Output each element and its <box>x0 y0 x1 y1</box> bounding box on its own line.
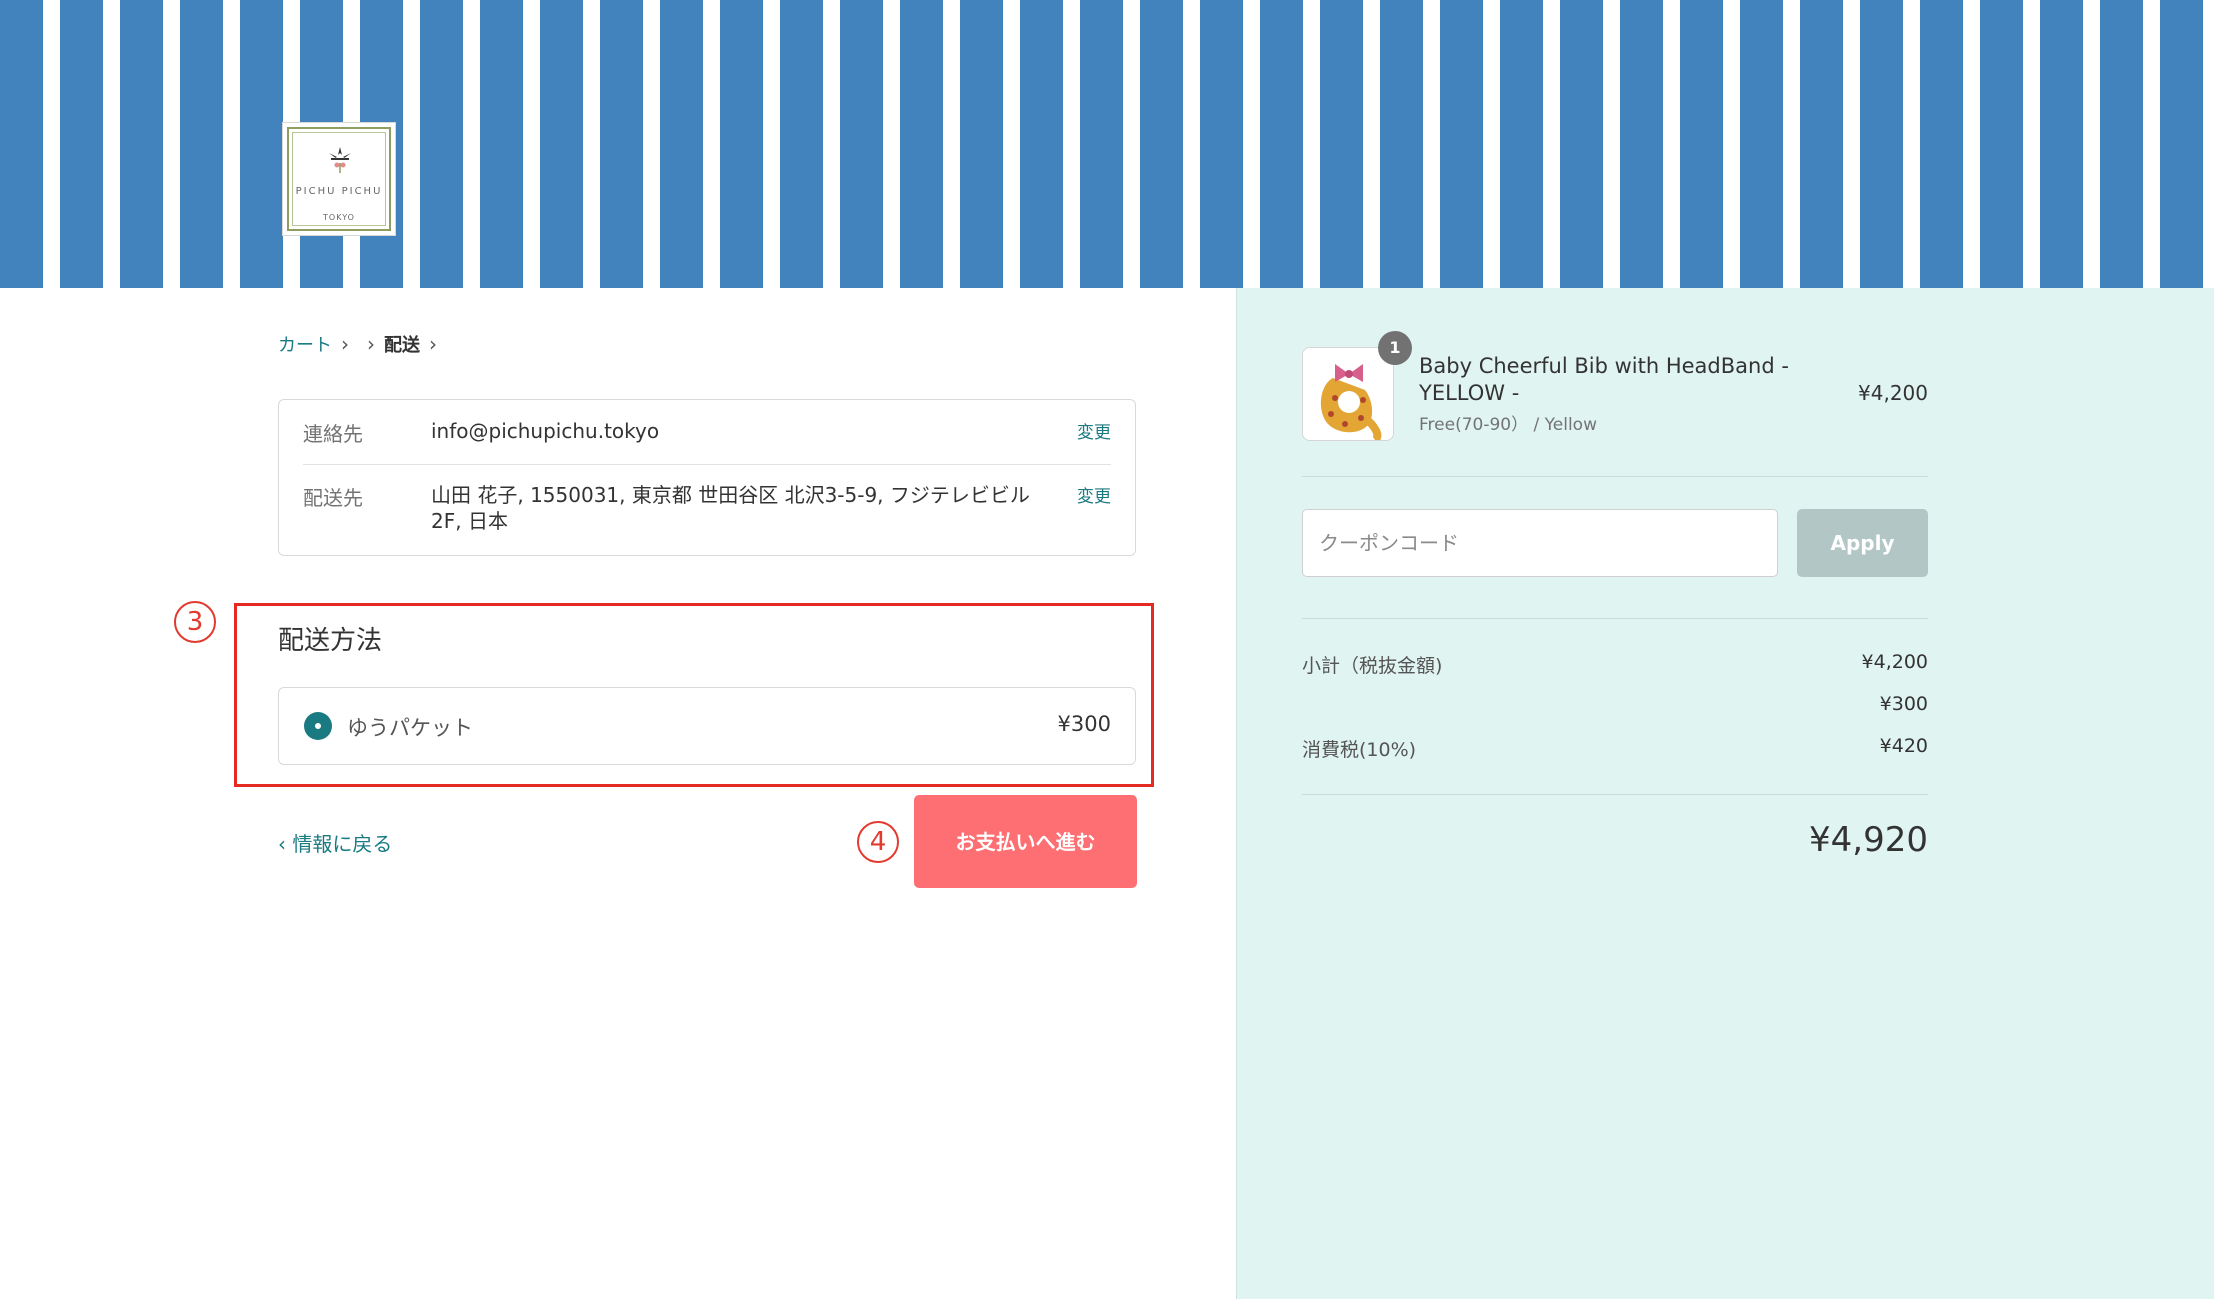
radio-dot-icon <box>315 723 321 729</box>
bib-product-image <box>1303 348 1393 440</box>
breadcrumb: カート › › 配送 › <box>278 331 446 357</box>
product-name: Baby Cheerful Bib with HeadBand - YELLOW… <box>1419 354 1789 405</box>
logo-city-text: TOKYO <box>323 213 355 222</box>
shipping-cost-value: ¥300 <box>1879 693 1928 715</box>
breadcrumb-cart[interactable]: カート <box>278 331 332 357</box>
store-logo[interactable]: PICHU PICHU TOKYO <box>282 122 396 236</box>
apply-coupon-button[interactable]: Apply <box>1797 509 1928 577</box>
total-price: ¥4,920 <box>1809 820 1928 860</box>
tax-value: ¥420 <box>1879 735 1928 757</box>
contact-value: info@pichupichu.tokyo <box>431 419 660 443</box>
shipping-option-price: ¥300 <box>1057 712 1111 736</box>
chevron-right-icon: › <box>429 332 437 356</box>
product-variant: Free(70-90） / Yellow <box>1419 415 1597 435</box>
continue-to-payment-button[interactable]: お支払いへ進む <box>914 795 1137 888</box>
quantity-badge: 1 <box>1378 331 1412 365</box>
logo-brand-text: PICHU PICHU <box>295 186 383 197</box>
address-value: 山田 花子, 1550031, 東京都 世田谷区 北沢3-5-9, フジテレビビ… <box>431 483 1030 533</box>
divider <box>1302 476 1928 477</box>
product-thumbnail <box>1302 347 1394 441</box>
contact-label: 連絡先 <box>303 422 363 446</box>
chevron-right-icon: › <box>367 332 375 356</box>
change-contact-link[interactable]: 変更 <box>1077 418 1111 443</box>
chevron-left-icon: ‹ <box>278 832 286 856</box>
contact-row: 連絡先 info@pichupichu.tokyo 変更 <box>303 418 1111 465</box>
address-label: 配送先 <box>303 486 363 510</box>
shipping-method-heading: 配送方法 <box>278 626 383 656</box>
divider <box>1302 618 1928 619</box>
divider <box>1302 794 1928 795</box>
subtotal-value: ¥4,200 <box>1861 651 1928 673</box>
chevron-right-icon: › <box>341 332 349 356</box>
tax-label: 消費税(10%) <box>1302 739 1417 761</box>
annotation-number-4: 4 <box>857 821 899 863</box>
annotation-number-3: 3 <box>174 601 216 643</box>
shipping-option-name: ゆうパケット <box>347 716 473 740</box>
return-to-info-label: 情報に戻る <box>292 832 393 856</box>
product-price: ¥4,200 <box>1858 381 1928 405</box>
subtotal-label: 小計（税抜金額) <box>1302 655 1443 677</box>
change-address-link[interactable]: 変更 <box>1077 482 1111 507</box>
breadcrumb-shipping: 配送 <box>384 335 420 356</box>
coupon-code-input[interactable] <box>1302 509 1778 577</box>
review-block: 連絡先 info@pichupichu.tokyo 変更 配送先 山田 花子, … <box>278 399 1136 556</box>
logo-flower-icon <box>329 147 351 173</box>
return-to-info-link[interactable]: ‹ 情報に戻る <box>278 828 392 857</box>
shipping-radio[interactable] <box>304 712 332 740</box>
shipping-option[interactable]: ゆうパケット ¥300 <box>278 687 1136 765</box>
